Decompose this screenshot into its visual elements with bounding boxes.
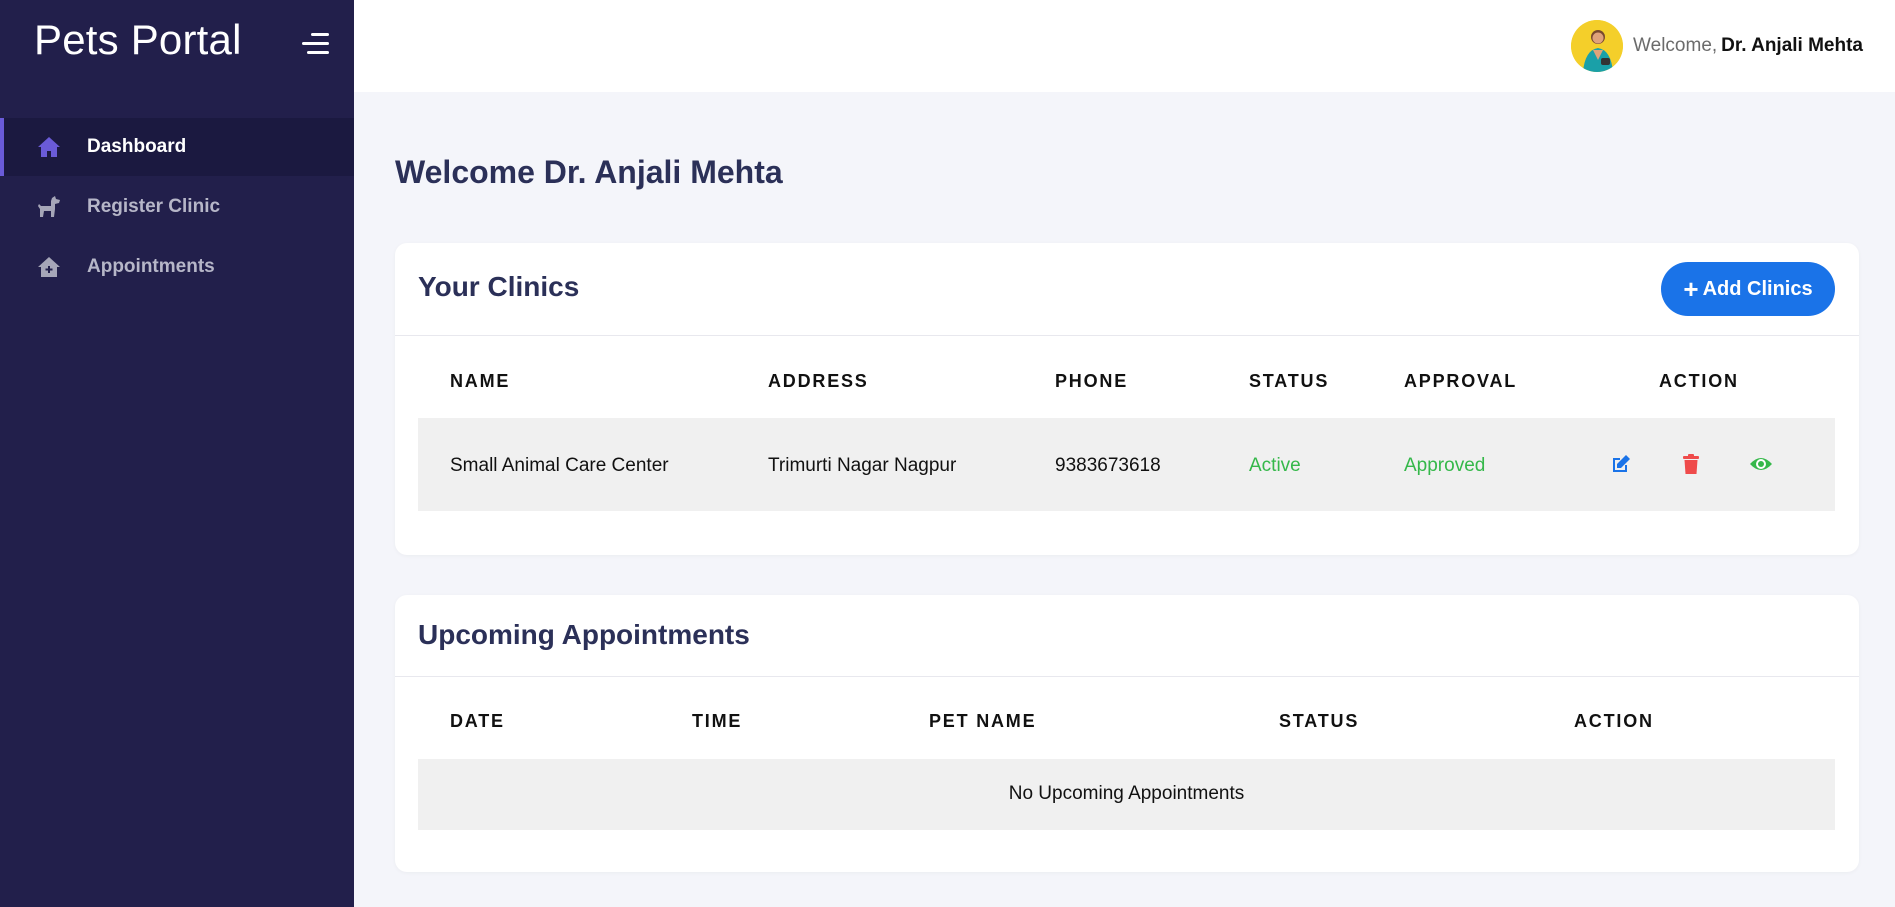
table-row: Small Animal Care Center Trimurti Nagar … [418,418,1835,511]
clinics-table-header: NAME ADDRESS PHONE STATUS APPROVAL ACTIO… [395,336,1859,418]
user-name: Dr. Anjali Mehta [1721,35,1863,56]
column-header-name: NAME [450,371,511,391]
dog-icon [36,194,62,220]
plus-icon: + [1683,274,1699,304]
column-header-phone: PHONE [1055,371,1129,391]
add-clinics-button[interactable]: + Add Clinics [1661,262,1835,316]
sidebar-item-dashboard[interactable]: Dashboard [0,118,354,176]
column-header-status: STATUS [1249,371,1330,391]
sidebar-nav: Dashboard Register Clinic Appointments [0,118,354,298]
delete-icon[interactable] [1679,452,1703,476]
welcome-prefix: Welcome, [1633,35,1718,56]
brand-title: Pets Portal [34,16,242,63]
column-header-pet-name: PET NAME [929,711,1037,731]
column-header-action: ACTION [1574,711,1654,731]
clinics-card-title: Your Clinics [418,271,580,302]
clinic-name-cell: Small Animal Care Center [450,455,669,476]
clinic-address-cell: Trimurti Nagar Nagpur [768,455,957,476]
sidebar-item-label: Appointments [87,256,215,277]
topbar: Welcome, Dr. Anjali Mehta [354,0,1895,92]
home-icon [36,134,62,160]
welcome-text: Welcome, Dr. Anjali Mehta [1633,35,1863,57]
approval-badge: Approved [1404,455,1486,476]
user-menu[interactable]: Welcome, Dr. Anjali Mehta [1571,20,1863,72]
appointments-table-header: DATE TIME PET NAME STATUS ACTION [395,677,1859,759]
column-header-status: STATUS [1279,711,1360,731]
sidebar-item-appointments[interactable]: Appointments [0,238,354,296]
clinics-card-header: Your Clinics + Add Clinics [395,243,1859,336]
clinic-house-icon [36,254,62,280]
menu-toggle-icon[interactable] [302,33,329,55]
empty-state-message: No Upcoming Appointments [1008,783,1245,804]
column-header-date: DATE [450,711,505,731]
view-icon[interactable] [1749,452,1773,476]
edit-icon[interactable] [1609,452,1633,476]
status-badge: Active [1249,455,1301,476]
page-title: Welcome Dr. Anjali Mehta [395,154,783,190]
column-header-time: TIME [692,711,743,731]
clinic-phone-cell: 9383673618 [1055,455,1161,476]
appointments-card: Upcoming Appointments DATE TIME PET NAME… [395,595,1859,872]
sidebar-item-register-clinic[interactable]: Register Clinic [0,178,354,236]
clinics-card: Your Clinics + Add Clinics NAME ADDRESS … [395,243,1859,555]
avatar[interactable] [1571,20,1624,72]
sidebar-item-label: Register Clinic [87,196,221,217]
sidebar-item-label: Dashboard [87,136,187,157]
column-header-action: ACTION [1659,371,1739,391]
add-clinics-label: Add Clinics [1702,277,1813,300]
sidebar: Pets Portal Dashboard Register Clinic Ap… [0,0,354,907]
table-row: No Upcoming Appointments [418,759,1835,830]
appointments-card-title: Upcoming Appointments [418,619,750,650]
column-header-approval: APPROVAL [1404,371,1518,391]
appointments-card-header: Upcoming Appointments [395,595,1859,677]
column-header-address: ADDRESS [768,371,869,391]
